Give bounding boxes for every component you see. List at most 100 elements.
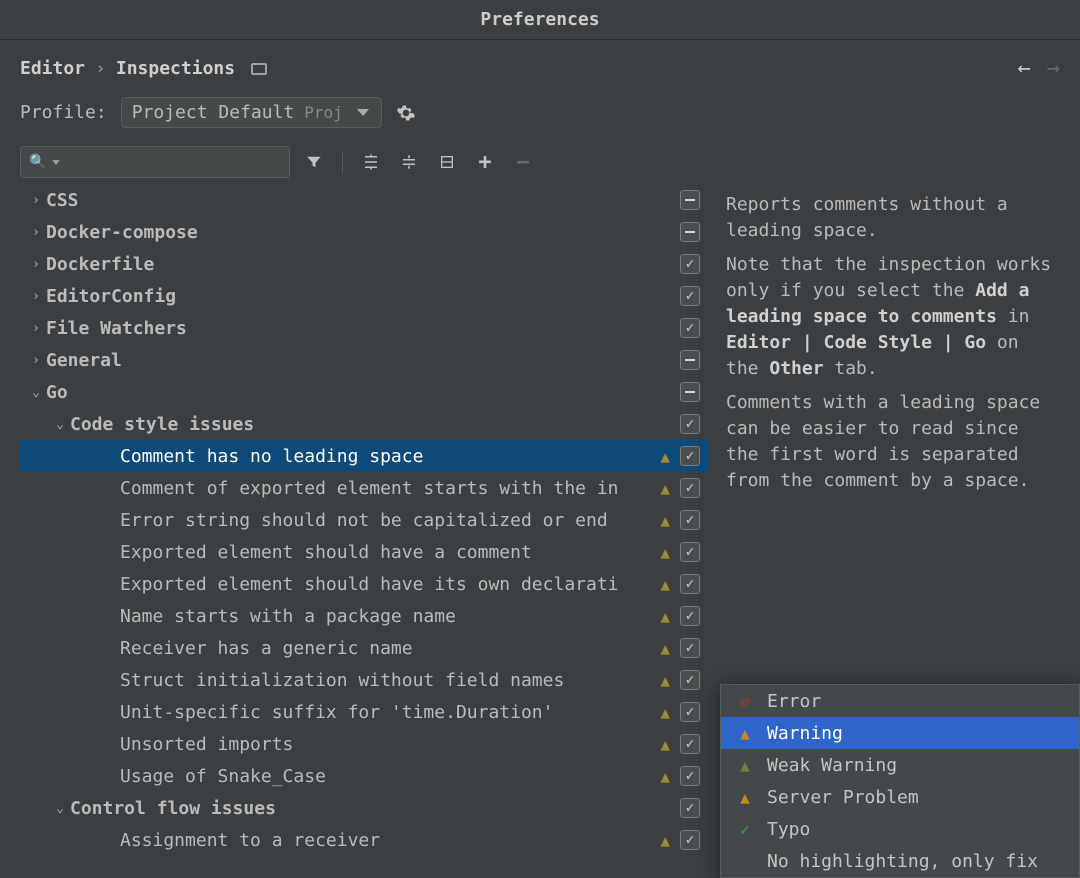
checkbox[interactable] xyxy=(680,190,700,210)
chevron-right-icon[interactable]: › xyxy=(26,321,46,336)
weak-icon: ▲ xyxy=(735,756,755,775)
checkbox[interactable] xyxy=(680,382,700,402)
warning-icon: ▲ xyxy=(660,767,670,786)
warning-icon: ▲ xyxy=(660,703,670,722)
chevron-down-icon[interactable]: ⌄ xyxy=(50,801,70,816)
severity-option-label: Typo xyxy=(767,819,810,840)
inspection-item[interactable]: Struct initialization without field name… xyxy=(20,664,710,696)
severity-option[interactable]: No highlighting, only fix xyxy=(721,845,1079,877)
checkbox[interactable]: ✓ xyxy=(680,574,700,594)
inspection-item[interactable]: Assignment to a receiver▲✓ xyxy=(20,824,710,856)
inspection-group[interactable]: ›General xyxy=(20,344,710,376)
item-label: Unit-specific suffix for 'time.Duration' xyxy=(120,702,553,723)
breadcrumb-section[interactable]: Editor xyxy=(20,58,85,79)
item-label: Control flow issues xyxy=(70,798,276,819)
chevron-down-icon[interactable]: ⌄ xyxy=(26,385,46,400)
search-history-icon[interactable] xyxy=(52,160,60,165)
item-label: CSS xyxy=(46,190,79,211)
inspection-group[interactable]: ⌄Go xyxy=(20,376,710,408)
severity-option[interactable]: ⊘Error xyxy=(721,685,1079,717)
severity-option-label: Warning xyxy=(767,723,843,744)
inspection-item[interactable]: Comment of exported element starts with … xyxy=(20,472,710,504)
warning-icon: ▲ xyxy=(660,639,670,658)
checkbox[interactable] xyxy=(680,222,700,242)
checkbox[interactable]: ✓ xyxy=(680,766,700,786)
checkbox[interactable]: ✓ xyxy=(680,254,700,274)
chevron-right-icon[interactable]: › xyxy=(26,289,46,304)
chevron-right-icon[interactable]: › xyxy=(26,353,46,368)
checkbox[interactable]: ✓ xyxy=(680,830,700,850)
item-label: Struct initialization without field name… xyxy=(120,670,564,691)
inspection-group[interactable]: ›Dockerfile✓ xyxy=(20,248,710,280)
gear-icon[interactable] xyxy=(396,103,416,123)
add-button[interactable]: + xyxy=(471,148,499,176)
warning-icon: ▲ xyxy=(660,575,670,594)
typo-icon: ✓ xyxy=(735,820,755,839)
item-label: EditorConfig xyxy=(46,286,176,307)
warning-icon: ▲ xyxy=(660,735,670,754)
checkbox[interactable]: ✓ xyxy=(680,478,700,498)
inspection-item[interactable]: Error string should not be capitalized o… xyxy=(20,504,710,536)
checkbox[interactable]: ✓ xyxy=(680,510,700,530)
inspection-group[interactable]: ›File Watchers✓ xyxy=(20,312,710,344)
search-input[interactable]: 🔍 xyxy=(20,146,290,178)
filter-button[interactable] xyxy=(300,148,328,176)
reset-button[interactable] xyxy=(433,148,461,176)
checkbox[interactable]: ✓ xyxy=(680,542,700,562)
checkbox[interactable]: ✓ xyxy=(680,414,700,434)
checkbox[interactable] xyxy=(680,350,700,370)
chevron-right-icon[interactable]: › xyxy=(26,193,46,208)
checkbox[interactable]: ✓ xyxy=(680,286,700,306)
checkbox[interactable]: ✓ xyxy=(680,446,700,466)
profile-select[interactable]: Project Default Proj xyxy=(121,97,382,128)
severity-popup[interactable]: ⊘Error▲Warning▲Weak Warning▲Server Probl… xyxy=(720,684,1080,878)
warning-icon: ▲ xyxy=(660,447,670,466)
severity-option[interactable]: ▲Weak Warning xyxy=(721,749,1079,781)
inspection-item[interactable]: Receiver has a generic name ▲ ✓ xyxy=(20,632,710,664)
chevron-down-icon xyxy=(357,109,369,116)
item-label: General xyxy=(46,350,122,371)
item-label: Exported element should have its own dec… xyxy=(120,574,619,595)
severity-option-label: No highlighting, only fix xyxy=(767,851,1038,872)
item-label: Receiver has a generic name xyxy=(120,638,413,659)
nav-back-button[interactable]: ← xyxy=(1018,56,1031,81)
inspection-item[interactable]: Exported element should have its own dec… xyxy=(20,568,710,600)
checkbox[interactable]: ✓ xyxy=(680,318,700,338)
item-label: Docker-compose xyxy=(46,222,198,243)
chevron-right-icon[interactable]: › xyxy=(26,257,46,272)
severity-option[interactable]: ▲Server Problem xyxy=(721,781,1079,813)
checkbox[interactable]: ✓ xyxy=(680,670,700,690)
search-icon: 🔍 xyxy=(29,154,46,170)
nav-forward-button: → xyxy=(1047,56,1060,81)
inspection-group[interactable]: ›Docker-compose xyxy=(20,216,710,248)
chevron-down-icon[interactable]: ⌄ xyxy=(50,417,70,432)
inspection-item[interactable]: Name starts with a package name▲✓ xyxy=(20,600,710,632)
checkbox[interactable]: ✓ xyxy=(680,606,700,626)
warning-icon: ▲ xyxy=(660,607,670,626)
collapse-all-button[interactable] xyxy=(395,148,423,176)
checkbox[interactable]: ✓ xyxy=(680,638,700,658)
item-label: Comment has no leading space xyxy=(120,446,423,467)
inspection-item[interactable]: Comment has no leading space ▲ ✓ xyxy=(20,440,710,472)
inspection-tree[interactable]: ›CSS›Docker-compose›Dockerfile✓›EditorCo… xyxy=(20,184,710,866)
inspection-item[interactable]: Unsorted imports ▲ ✓ xyxy=(20,728,710,760)
inspection-group[interactable]: ⌄Code style issues✓ xyxy=(20,408,710,440)
expand-all-button[interactable] xyxy=(357,148,385,176)
severity-option[interactable]: ✓ Typo xyxy=(721,813,1079,845)
item-label: Unsorted imports xyxy=(120,734,293,755)
chevron-right-icon[interactable]: › xyxy=(26,225,46,240)
severity-option[interactable]: ▲Warning xyxy=(721,717,1079,749)
inspection-item[interactable]: Unit-specific suffix for 'time.Duration'… xyxy=(20,696,710,728)
breadcrumb-sub: Inspections xyxy=(116,58,235,79)
checkbox[interactable]: ✓ xyxy=(680,734,700,754)
reset-defaults-icon[interactable] xyxy=(251,63,267,75)
inspection-item[interactable]: Usage of Snake_Case▲✓ xyxy=(20,760,710,792)
checkbox[interactable]: ✓ xyxy=(680,702,700,722)
warning-icon: ▲ xyxy=(660,671,670,690)
inspection-group[interactable]: ⌄Control flow issues ✓ xyxy=(20,792,710,824)
inspection-group[interactable]: ›CSS xyxy=(20,184,710,216)
inspection-group[interactable]: ›EditorConfig ✓ xyxy=(20,280,710,312)
item-label: Assignment to a receiver xyxy=(120,830,380,851)
checkbox[interactable]: ✓ xyxy=(680,798,700,818)
inspection-item[interactable]: Exported element should have a comment▲✓ xyxy=(20,536,710,568)
